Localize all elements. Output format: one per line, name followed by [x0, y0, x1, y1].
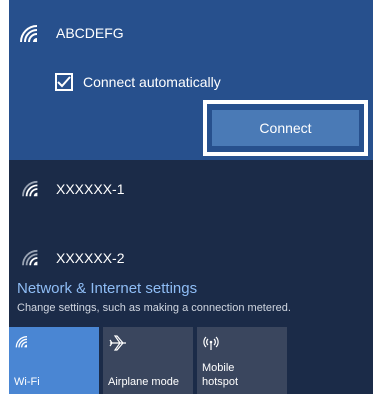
- checkmark-icon: [57, 76, 71, 88]
- network-settings-description: Change settings, such as making a connec…: [17, 302, 291, 314]
- connect-automatically-checkbox[interactable]: [55, 73, 73, 91]
- tile-label: Mobile hotspot: [202, 362, 239, 388]
- wifi-signal-icon: [22, 249, 38, 266]
- network-flyout: ABCDEFG Connect automatically Connect XX…: [9, 0, 373, 394]
- selected-network-name: ABCDEFG: [56, 25, 124, 41]
- wifi-signal-icon: [22, 180, 38, 197]
- mobile-hotspot-quick-action-tile[interactable]: Mobile hotspot: [197, 327, 287, 394]
- network-name: XXXXXX-2: [56, 250, 125, 266]
- hotspot-icon: [203, 336, 219, 350]
- tile-label: Wi-Fi: [14, 376, 40, 388]
- network-name: XXXXXX-1: [56, 181, 125, 197]
- connect-automatically-row[interactable]: Connect automatically: [55, 70, 221, 94]
- wifi-signal-icon: [20, 25, 38, 43]
- connect-button[interactable]: Connect: [212, 110, 359, 146]
- airplane-mode-quick-action-tile[interactable]: Airplane mode: [103, 327, 193, 394]
- wifi-icon: [15, 336, 28, 348]
- connect-automatically-label: Connect automatically: [83, 74, 221, 90]
- wifi-quick-action-tile[interactable]: Wi-Fi: [9, 327, 99, 394]
- network-internet-settings-link[interactable]: Network & Internet settings: [17, 280, 197, 297]
- airplane-icon: [109, 335, 126, 351]
- tile-label: Airplane mode: [108, 376, 179, 388]
